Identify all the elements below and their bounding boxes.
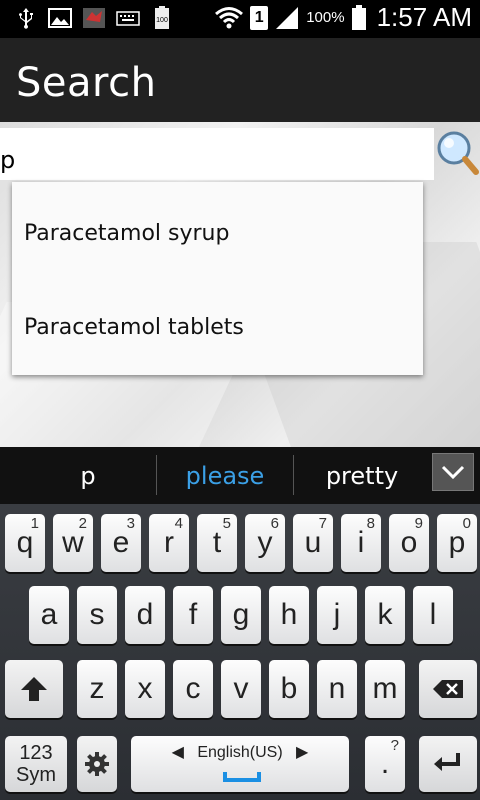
clock: 1:57 AM [376, 2, 472, 32]
shift-key[interactable] [5, 660, 63, 718]
key-i[interactable]: 8i [341, 514, 381, 572]
search-button[interactable] [434, 128, 480, 180]
usb-icon [19, 8, 33, 29]
keyboard-suggestion-strip: p please pretty [0, 447, 480, 504]
key-u[interactable]: 7u [293, 514, 333, 572]
app-notification-icon [83, 8, 105, 28]
language-name: English(US) [197, 744, 283, 761]
key-p[interactable]: 0p [437, 514, 477, 572]
key-j[interactable]: j [317, 586, 357, 644]
key-z[interactable]: z [77, 660, 117, 718]
wifi-icon [215, 6, 244, 28]
key-g[interactable]: g [221, 586, 261, 644]
key-h[interactable]: h [269, 586, 309, 644]
key-n[interactable]: n [317, 660, 357, 718]
settings-key[interactable] [77, 736, 117, 792]
search-input[interactable]: p [0, 128, 434, 180]
key-r[interactable]: 4r [149, 514, 189, 572]
key-b[interactable]: b [269, 660, 309, 718]
key-c[interactable]: c [173, 660, 213, 718]
language-label: ◀ English(US) ▶ [171, 744, 309, 761]
magnifier-icon [437, 131, 479, 175]
symbols-key-line2: Sym [16, 764, 56, 786]
period-key[interactable]: ? . [365, 736, 405, 792]
search-input-value: p [0, 146, 16, 174]
key-d[interactable]: d [125, 586, 165, 644]
key-o[interactable]: 9o [389, 514, 429, 572]
key-f[interactable]: f [173, 586, 213, 644]
shift-arrow-icon [21, 677, 47, 701]
keyboard-icon [116, 11, 140, 26]
page-title: Search [16, 60, 157, 106]
search-content: p Paracetamol syrup Paracetamol tablets [0, 122, 480, 447]
key-l[interactable]: l [413, 586, 453, 644]
symbols-key-line1: 123 [19, 742, 53, 764]
suggestion-word-highlighted[interactable]: please [157, 447, 293, 504]
key-m[interactable]: m [365, 660, 405, 718]
space-icon [223, 772, 261, 782]
action-bar: Search [0, 38, 480, 122]
signal-icon [276, 6, 299, 29]
space-key[interactable]: ◀ English(US) ▶ [131, 736, 349, 792]
autocomplete-item[interactable]: Paracetamol tablets [12, 280, 423, 374]
key-e[interactable]: 3e [101, 514, 141, 572]
key-t[interactable]: 5t [197, 514, 237, 572]
symbols-key[interactable]: 123 Sym [5, 736, 67, 792]
autocomplete-item[interactable]: Paracetamol syrup [12, 186, 423, 280]
gear-icon [85, 752, 109, 776]
battery-full-icon: 100 [155, 6, 169, 29]
backspace-icon [433, 680, 463, 698]
sim-slot-badge: 1 [250, 5, 269, 30]
autocomplete-dropdown: Paracetamol syrup Paracetamol tablets [12, 182, 423, 375]
period-key-label: . [380, 747, 390, 780]
chevron-down-icon [441, 465, 465, 480]
gallery-icon [48, 8, 72, 28]
key-x[interactable]: x [125, 660, 165, 718]
key-k[interactable]: k [365, 586, 405, 644]
period-key-alt: ? [390, 737, 399, 754]
status-bar: 100 1 100% 1:57 AM [0, 0, 480, 38]
key-q[interactable]: 1q [5, 514, 45, 572]
expand-suggestions-button[interactable] [432, 453, 474, 491]
key-s[interactable]: s [77, 586, 117, 644]
key-y[interactable]: 6y [245, 514, 285, 572]
enter-arrow-icon [434, 753, 460, 771]
battery-percent: 100% [306, 9, 345, 26]
keyboard: 1q 2w 3e 4r 5t 6y 7u 8i 9o 0p a s d f g … [0, 504, 480, 800]
key-a[interactable]: a [29, 586, 69, 644]
backspace-key[interactable] [419, 660, 477, 718]
enter-key[interactable] [419, 736, 477, 792]
key-v[interactable]: v [221, 660, 261, 718]
suggestion-word[interactable]: p [20, 447, 156, 504]
key-w[interactable]: 2w [53, 514, 93, 572]
battery-icon [351, 4, 366, 30]
svg-text:100: 100 [156, 17, 168, 24]
suggestion-word[interactable]: pretty [294, 447, 430, 504]
